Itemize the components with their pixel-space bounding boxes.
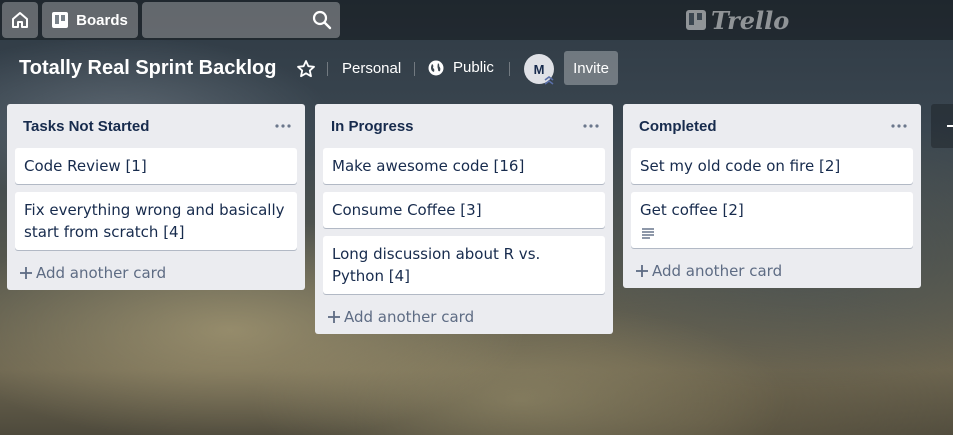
card-title: Set my old code on fire [2] bbox=[640, 157, 841, 175]
board-title[interactable]: Totally Real Sprint Backlog bbox=[19, 57, 276, 80]
card-title: Fix everything wrong and basically start… bbox=[24, 201, 285, 241]
trello-logo-text: Trello bbox=[711, 5, 790, 35]
search-box[interactable] bbox=[142, 2, 340, 38]
card[interactable]: Get coffee [2] bbox=[631, 192, 913, 248]
list-title[interactable]: Completed bbox=[639, 118, 717, 135]
more-horizontal-icon[interactable] bbox=[273, 116, 293, 136]
boards-button[interactable]: Boards bbox=[42, 2, 138, 38]
plus-icon bbox=[636, 265, 648, 277]
list-completed: Completed Set my old code on fire [2] Ge… bbox=[623, 104, 921, 288]
list-title[interactable]: In Progress bbox=[331, 118, 414, 135]
card[interactable]: Fix everything wrong and basically start… bbox=[15, 192, 297, 250]
header-divider bbox=[327, 62, 328, 76]
card[interactable]: Consume Coffee [3] bbox=[323, 192, 605, 228]
add-card-button[interactable]: Add another card bbox=[323, 300, 605, 334]
card-title: Consume Coffee [3] bbox=[332, 201, 482, 219]
search-icon[interactable] bbox=[312, 10, 332, 30]
header-divider bbox=[414, 62, 415, 76]
list-header: Tasks Not Started bbox=[7, 104, 305, 148]
add-card-button[interactable]: Add another card bbox=[631, 254, 913, 288]
card-title: Long discussion about R vs. Python [4] bbox=[332, 245, 541, 285]
plus-icon bbox=[328, 311, 340, 323]
card[interactable]: Code Review [1] bbox=[15, 148, 297, 184]
invite-button[interactable]: Invite bbox=[564, 51, 618, 85]
description-icon bbox=[642, 228, 654, 239]
card[interactable]: Long discussion about R vs. Python [4] bbox=[323, 236, 605, 294]
card[interactable]: Make awesome code [16] bbox=[323, 148, 605, 184]
card-title: Code Review [1] bbox=[24, 157, 147, 175]
list-tasks-not-started: Tasks Not Started Code Review [1] Fix ev… bbox=[7, 104, 305, 290]
list-header: Completed bbox=[623, 104, 921, 148]
list-header: In Progress bbox=[315, 104, 613, 148]
add-card-label: Add another card bbox=[344, 308, 475, 326]
trello-logo[interactable]: Trello bbox=[686, 5, 790, 35]
more-horizontal-icon[interactable] bbox=[889, 116, 909, 136]
header-divider bbox=[509, 62, 510, 76]
add-list-button[interactable] bbox=[931, 104, 953, 148]
boards-icon bbox=[52, 12, 69, 28]
star-icon[interactable] bbox=[296, 59, 316, 79]
card-title: Get coffee [2] bbox=[640, 201, 744, 219]
plus-icon bbox=[947, 125, 953, 127]
globe-icon bbox=[428, 60, 444, 75]
visibility-button[interactable]: Public bbox=[428, 59, 494, 76]
visibility-label: Public bbox=[453, 59, 494, 76]
top-nav-bar: Boards Trello bbox=[0, 0, 953, 40]
add-card-button[interactable]: Add another card bbox=[15, 256, 297, 290]
plus-icon bbox=[20, 267, 32, 279]
add-card-label: Add another card bbox=[36, 264, 167, 282]
boards-label: Boards bbox=[76, 11, 128, 29]
add-card-label: Add another card bbox=[652, 262, 783, 280]
admin-chevron-icon bbox=[544, 76, 554, 85]
card-title: Make awesome code [16] bbox=[332, 157, 525, 175]
board-header: Totally Real Sprint Backlog Personal Pub… bbox=[0, 40, 953, 96]
home-button[interactable] bbox=[2, 2, 38, 38]
card[interactable]: Set my old code on fire [2] bbox=[631, 148, 913, 184]
list-title[interactable]: Tasks Not Started bbox=[23, 118, 149, 135]
list-in-progress: In Progress Make awesome code [16] Consu… bbox=[315, 104, 613, 334]
team-button[interactable]: Personal bbox=[342, 60, 401, 77]
more-horizontal-icon[interactable] bbox=[581, 116, 601, 136]
trello-logo-icon bbox=[686, 10, 706, 30]
search-input[interactable] bbox=[142, 2, 302, 38]
home-icon bbox=[12, 12, 28, 28]
